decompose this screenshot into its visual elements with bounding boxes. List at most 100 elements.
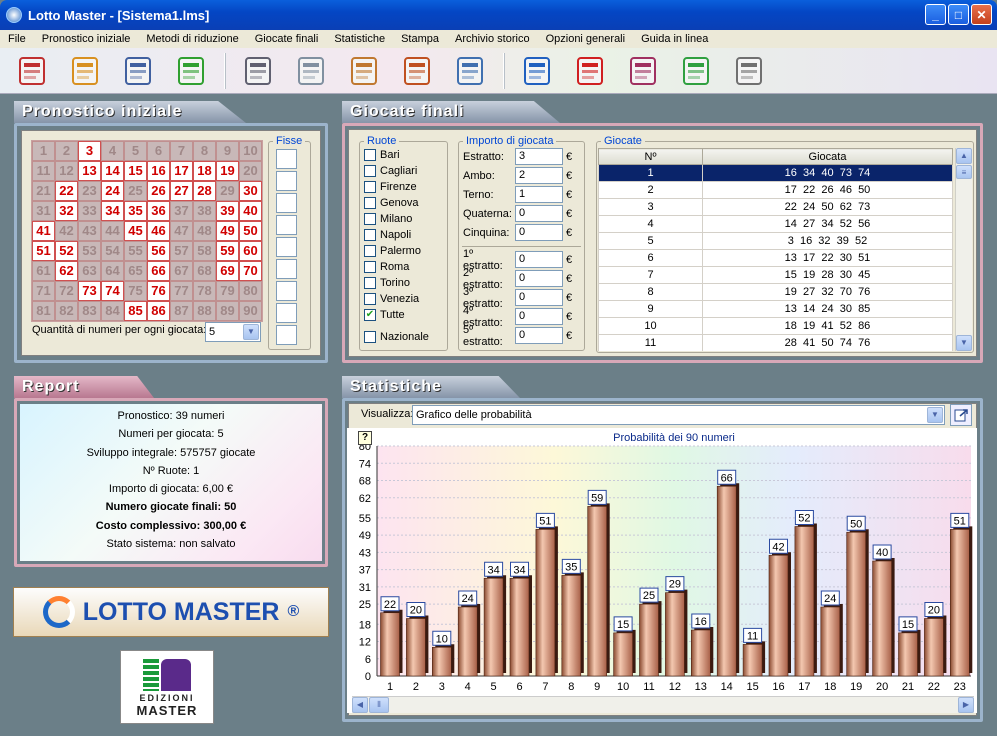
number-cell-56[interactable]: 56 [147, 241, 170, 261]
number-cell-5[interactable]: 5 [124, 141, 147, 161]
ruota-row-venezia[interactable]: Venezia [364, 291, 447, 307]
number-cell-79[interactable]: 79 [216, 281, 239, 301]
number-cell-26[interactable]: 26 [147, 181, 170, 201]
number-cell-43[interactable]: 43 [78, 221, 101, 241]
number-cell-71[interactable]: 71 [32, 281, 55, 301]
tree-button[interactable] [676, 51, 716, 91]
number-cell-66[interactable]: 66 [147, 261, 170, 281]
scroll-right-icon[interactable]: ▶ [958, 697, 974, 713]
fisse-input[interactable] [276, 325, 297, 345]
number-cell-44[interactable]: 44 [101, 221, 124, 241]
ruota-checkbox[interactable] [364, 149, 376, 161]
qty-select[interactable]: 5 ▼ [205, 322, 261, 342]
open-folder-button[interactable] [65, 51, 105, 91]
ruota-checkbox[interactable] [364, 229, 376, 241]
ruota-row-genova[interactable]: Genova [364, 195, 447, 211]
number-cell-80[interactable]: 80 [239, 281, 262, 301]
number-cell-57[interactable]: 57 [170, 241, 193, 261]
clock-button[interactable] [397, 51, 437, 91]
ruota-row-palermo[interactable]: Palermo [364, 243, 447, 259]
ruota-row-cagliari[interactable]: Cagliari [364, 163, 447, 179]
col-header-n[interactable]: Nº [598, 148, 703, 165]
number-cell-16[interactable]: 16 [147, 161, 170, 181]
number-cell-37[interactable]: 37 [170, 201, 193, 221]
scroll-left-icon[interactable]: ◀ [352, 697, 368, 713]
number-cell-81[interactable]: 81 [32, 301, 55, 321]
ruota-checkbox[interactable] [364, 245, 376, 257]
number-cell-29[interactable]: 29 [216, 181, 239, 201]
scroll-up-icon[interactable]: ▲ [956, 148, 972, 164]
number-cell-54[interactable]: 54 [101, 241, 124, 261]
gears-button[interactable] [291, 51, 331, 91]
ruota-checkbox[interactable] [364, 261, 376, 273]
minimize-button[interactable]: _ [925, 4, 946, 25]
estratto-input[interactable]: 0 [515, 251, 563, 268]
chart-hscrollbar[interactable]: ◀ ⦀ ▶ [352, 696, 974, 713]
number-cell-31[interactable]: 31 [32, 201, 55, 221]
number-cell-83[interactable]: 83 [78, 301, 101, 321]
menu-pronostico-iniziale[interactable]: Pronostico iniziale [34, 30, 139, 48]
fisse-input[interactable] [276, 149, 297, 169]
ruota-row-roma[interactable]: Roma [364, 259, 447, 275]
number-cell-68[interactable]: 68 [193, 261, 216, 281]
ruota-row-bari[interactable]: Bari [364, 147, 447, 163]
ruota-checkbox[interactable] [364, 277, 376, 289]
ruota-row-napoli[interactable]: Napoli [364, 227, 447, 243]
table-row[interactable]: 10 18 19 41 52 86 [598, 317, 953, 335]
number-cell-82[interactable]: 82 [55, 301, 78, 321]
edit-button[interactable] [623, 51, 663, 91]
giocate-scrollbar[interactable]: ▲ ≡ ▼ [955, 148, 972, 351]
number-cell-84[interactable]: 84 [101, 301, 124, 321]
number-cell-45[interactable]: 45 [124, 221, 147, 241]
importo-input[interactable]: 0 [515, 205, 563, 222]
ruota-row-torino[interactable]: Torino [364, 275, 447, 291]
menu-opzioni-generali[interactable]: Opzioni generali [538, 30, 634, 48]
wizard-button[interactable] [171, 51, 211, 91]
number-cell-35[interactable]: 35 [124, 201, 147, 221]
number-cell-40[interactable]: 40 [239, 201, 262, 221]
calendar-button[interactable] [450, 51, 490, 91]
reduction-button[interactable] [238, 51, 278, 91]
number-cell-9[interactable]: 9 [216, 141, 239, 161]
table-row[interactable]: 11 28 41 50 74 76 [598, 334, 953, 351]
hscroll-thumb[interactable]: ⦀ [369, 697, 389, 713]
menu-metodi-di-riduzione[interactable]: Metodi di riduzione [138, 30, 246, 48]
number-cell-17[interactable]: 17 [170, 161, 193, 181]
importo-input[interactable]: 3 [515, 148, 563, 165]
number-cell-25[interactable]: 25 [124, 181, 147, 201]
ruota-checkbox[interactable] [364, 197, 376, 209]
delete-button[interactable] [570, 51, 610, 91]
number-cell-11[interactable]: 11 [32, 161, 55, 181]
importo-input[interactable]: 0 [515, 224, 563, 241]
number-cell-12[interactable]: 12 [55, 161, 78, 181]
menu-archivio-storico[interactable]: Archivio storico [447, 30, 538, 48]
table-row[interactable]: 3 22 24 50 62 73 [598, 198, 953, 216]
menu-giocate-finali[interactable]: Giocate finali [247, 30, 327, 48]
fisse-input[interactable] [276, 237, 297, 257]
col-header-giocata[interactable]: Giocata [702, 148, 953, 165]
export-chart-button[interactable] [950, 404, 972, 426]
table-row[interactable]: 7 15 19 28 30 45 [598, 266, 953, 284]
table-row[interactable]: 8 19 27 32 70 76 [598, 283, 953, 301]
number-cell-77[interactable]: 77 [170, 281, 193, 301]
number-cell-62[interactable]: 62 [55, 261, 78, 281]
chevron-down-icon[interactable]: ▼ [243, 324, 259, 340]
number-cell-53[interactable]: 53 [78, 241, 101, 261]
table-row[interactable]: 2 17 22 26 46 50 [598, 181, 953, 199]
number-cell-70[interactable]: 70 [239, 261, 262, 281]
scroll-down-icon[interactable]: ▼ [956, 335, 972, 351]
number-cell-58[interactable]: 58 [193, 241, 216, 261]
number-cell-19[interactable]: 19 [216, 161, 239, 181]
number-cell-15[interactable]: 15 [124, 161, 147, 181]
number-cell-33[interactable]: 33 [78, 201, 101, 221]
number-cell-22[interactable]: 22 [55, 181, 78, 201]
fisse-input[interactable] [276, 281, 297, 301]
number-cell-55[interactable]: 55 [124, 241, 147, 261]
ruota-checkbox[interactable] [364, 165, 376, 177]
number-cell-73[interactable]: 73 [78, 281, 101, 301]
number-cell-48[interactable]: 48 [193, 221, 216, 241]
number-cell-42[interactable]: 42 [55, 221, 78, 241]
table-row[interactable]: 1 16 34 40 73 74 [598, 164, 953, 182]
table-row[interactable]: 4 14 27 34 52 56 [598, 215, 953, 233]
nazionale-checkbox[interactable] [364, 331, 376, 343]
